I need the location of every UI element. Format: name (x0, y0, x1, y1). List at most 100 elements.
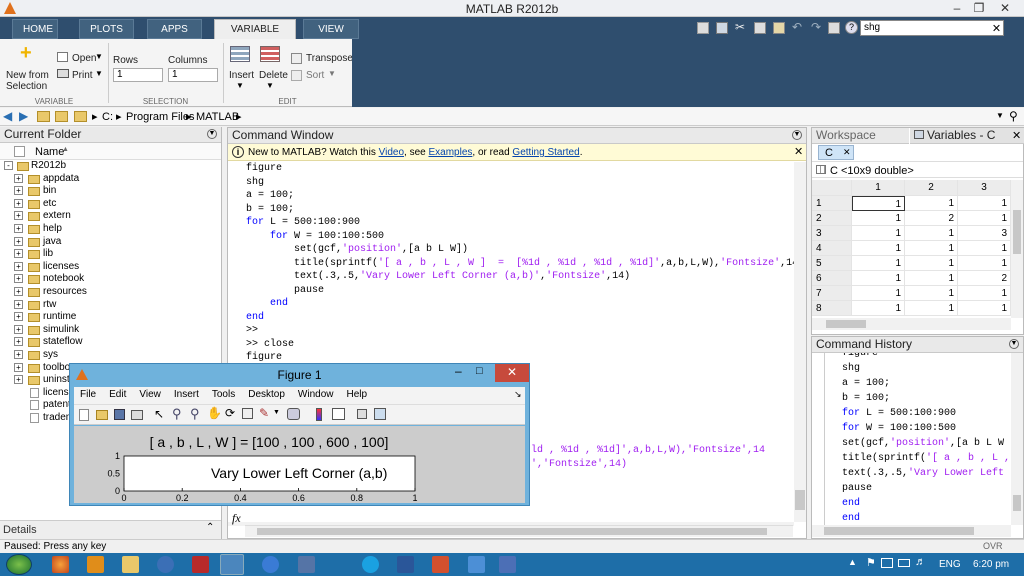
undo-icon[interactable]: ↶ (792, 20, 802, 34)
dock-arrow-icon[interactable]: ↘ (514, 389, 522, 400)
network-icon[interactable] (157, 556, 174, 573)
grid-app-icon[interactable] (298, 556, 315, 573)
grid-cell[interactable]: 3 (958, 226, 1011, 241)
grid-cell[interactable]: 1 (852, 301, 905, 316)
figure-menu-edit[interactable]: Edit (109, 389, 126, 400)
zoom-out-icon[interactable]: ⚲ (190, 406, 200, 422)
grid-cell[interactable]: 1 (852, 256, 905, 271)
clock[interactable]: 6:20 pm (973, 559, 1009, 570)
workspace-tab[interactable]: Workspace (812, 128, 909, 144)
redo-icon[interactable]: ↷ (811, 20, 821, 34)
expand-icon[interactable]: + (14, 286, 23, 296)
file-explorer-icon[interactable] (122, 556, 139, 573)
panel-menu-icon[interactable]: ▼ (792, 130, 802, 140)
pan-icon[interactable]: ✋ (207, 406, 222, 420)
data-cursor-icon[interactable] (242, 408, 253, 419)
folder-row[interactable]: + bin (0, 185, 221, 198)
scroll-thumb[interactable] (1013, 495, 1021, 511)
grid-cell[interactable]: 1 (905, 286, 958, 301)
help-icon[interactable]: ? (845, 21, 858, 34)
start-button[interactable] (6, 554, 32, 575)
column-header[interactable]: 3 (958, 180, 1011, 196)
grid-cell[interactable]: 1 (905, 301, 958, 316)
folder-row[interactable]: + lib (0, 248, 221, 261)
grid-vscrollbar[interactable] (1011, 180, 1023, 318)
print-button[interactable]: Print (72, 70, 93, 81)
grid-cell[interactable]: 2 (905, 211, 958, 226)
up-folder-icon[interactable] (37, 111, 50, 122)
column-header[interactable]: 2 (905, 180, 958, 196)
new-from-selection-button[interactable]: New from Selection (6, 70, 50, 92)
row-header[interactable]: 2 (812, 211, 852, 226)
expand-icon[interactable]: + (14, 173, 23, 183)
chat-icon[interactable] (262, 556, 279, 573)
folder-row[interactable]: + runtime (0, 311, 221, 324)
figure-menu-window[interactable]: Window (298, 389, 334, 400)
address-dropdown-icon[interactable]: ▼ (996, 111, 1004, 120)
expand-icon[interactable]: + (14, 274, 23, 284)
folder-row[interactable]: + appdata (0, 173, 221, 186)
tab-apps[interactable]: APPS (147, 19, 202, 39)
grid-cell[interactable]: 1 (905, 226, 958, 241)
expand-icon[interactable]: + (14, 198, 23, 208)
print-figure-icon[interactable] (131, 410, 143, 420)
history-hscrollbar[interactable] (812, 525, 1011, 537)
browse-folder-icon[interactable] (55, 111, 68, 122)
tree-root[interactable]: - R2012b (0, 160, 221, 173)
brush-icon[interactable]: ✎ (259, 406, 269, 420)
expand-icon[interactable]: + (14, 186, 23, 196)
zoom-in-icon[interactable]: ⚲ (172, 406, 182, 422)
path-part-program-files[interactable]: Program Files (126, 111, 194, 123)
figure-menu-view[interactable]: View (139, 389, 161, 400)
powerpoint-icon[interactable] (432, 556, 449, 573)
grid-cell[interactable]: 1 (905, 196, 958, 211)
grid-cell[interactable]: 1 (905, 271, 958, 286)
history-vscrollbar[interactable] (1011, 353, 1023, 525)
brush-dropdown-icon[interactable]: ▼ (273, 409, 280, 416)
folder-row[interactable]: + resources (0, 286, 221, 299)
forward-icon[interactable]: ▶ (19, 109, 28, 123)
grid-cell[interactable]: 1 (958, 241, 1011, 256)
grid-cell[interactable]: 1 (852, 286, 905, 301)
expand-icon[interactable]: + (14, 312, 23, 322)
save-figure-icon[interactable] (114, 409, 125, 420)
folder-row[interactable]: + licenses (0, 261, 221, 274)
tray-flag-icon[interactable]: ⚑ (866, 556, 876, 569)
firefox-icon[interactable] (52, 556, 69, 573)
folder-row[interactable]: + help (0, 223, 221, 236)
close-button[interactable]: ✕ (992, 0, 1018, 17)
expand-icon[interactable]: + (14, 299, 23, 309)
close-tab-icon[interactable]: ✕ (843, 147, 851, 158)
expand-icon[interactable]: + (14, 362, 23, 372)
search-documentation-input[interactable]: shg (860, 20, 1003, 36)
legend-icon[interactable] (332, 408, 345, 420)
expand-icon[interactable]: + (14, 349, 23, 359)
collapse-icon[interactable]: - (4, 161, 13, 170)
word-icon[interactable] (397, 556, 414, 573)
window-icon[interactable] (468, 556, 485, 573)
figure-menu-tools[interactable]: Tools (212, 389, 235, 400)
grid-cell[interactable]: 1 (852, 196, 905, 211)
grid-cell[interactable]: 1 (905, 256, 958, 271)
variables-tab[interactable]: Variables - C (910, 128, 1024, 144)
path-part-drive[interactable]: C: (102, 111, 113, 123)
figure-menu-help[interactable]: Help (347, 389, 368, 400)
expand-icon[interactable]: + (14, 236, 23, 246)
link-plot-icon[interactable] (287, 408, 300, 420)
open-file-icon[interactable] (96, 410, 108, 420)
grid-cell[interactable]: 1 (852, 241, 905, 256)
scroll-thumb[interactable] (795, 490, 805, 510)
grid-cell[interactable]: 2 (958, 271, 1011, 286)
folder-row[interactable]: + rtw (0, 299, 221, 312)
clear-search-icon[interactable]: ✕ (990, 20, 1004, 36)
expand-icon[interactable]: + (14, 249, 23, 259)
examples-link[interactable]: Examples (428, 147, 472, 158)
language-indicator[interactable]: ENG (939, 559, 961, 570)
tab-variable[interactable]: VARIABLE (214, 19, 296, 40)
tab-view[interactable]: VIEW (303, 19, 359, 39)
folder-row[interactable]: + sys (0, 349, 221, 362)
history-list[interactable]: figure shg a = 100; b = 100; for L = 500:100… (812, 353, 1011, 525)
name-column-header[interactable]: Name ▲ (0, 143, 221, 160)
folder-row[interactable]: + java (0, 236, 221, 249)
scroll-thumb[interactable] (257, 528, 767, 535)
